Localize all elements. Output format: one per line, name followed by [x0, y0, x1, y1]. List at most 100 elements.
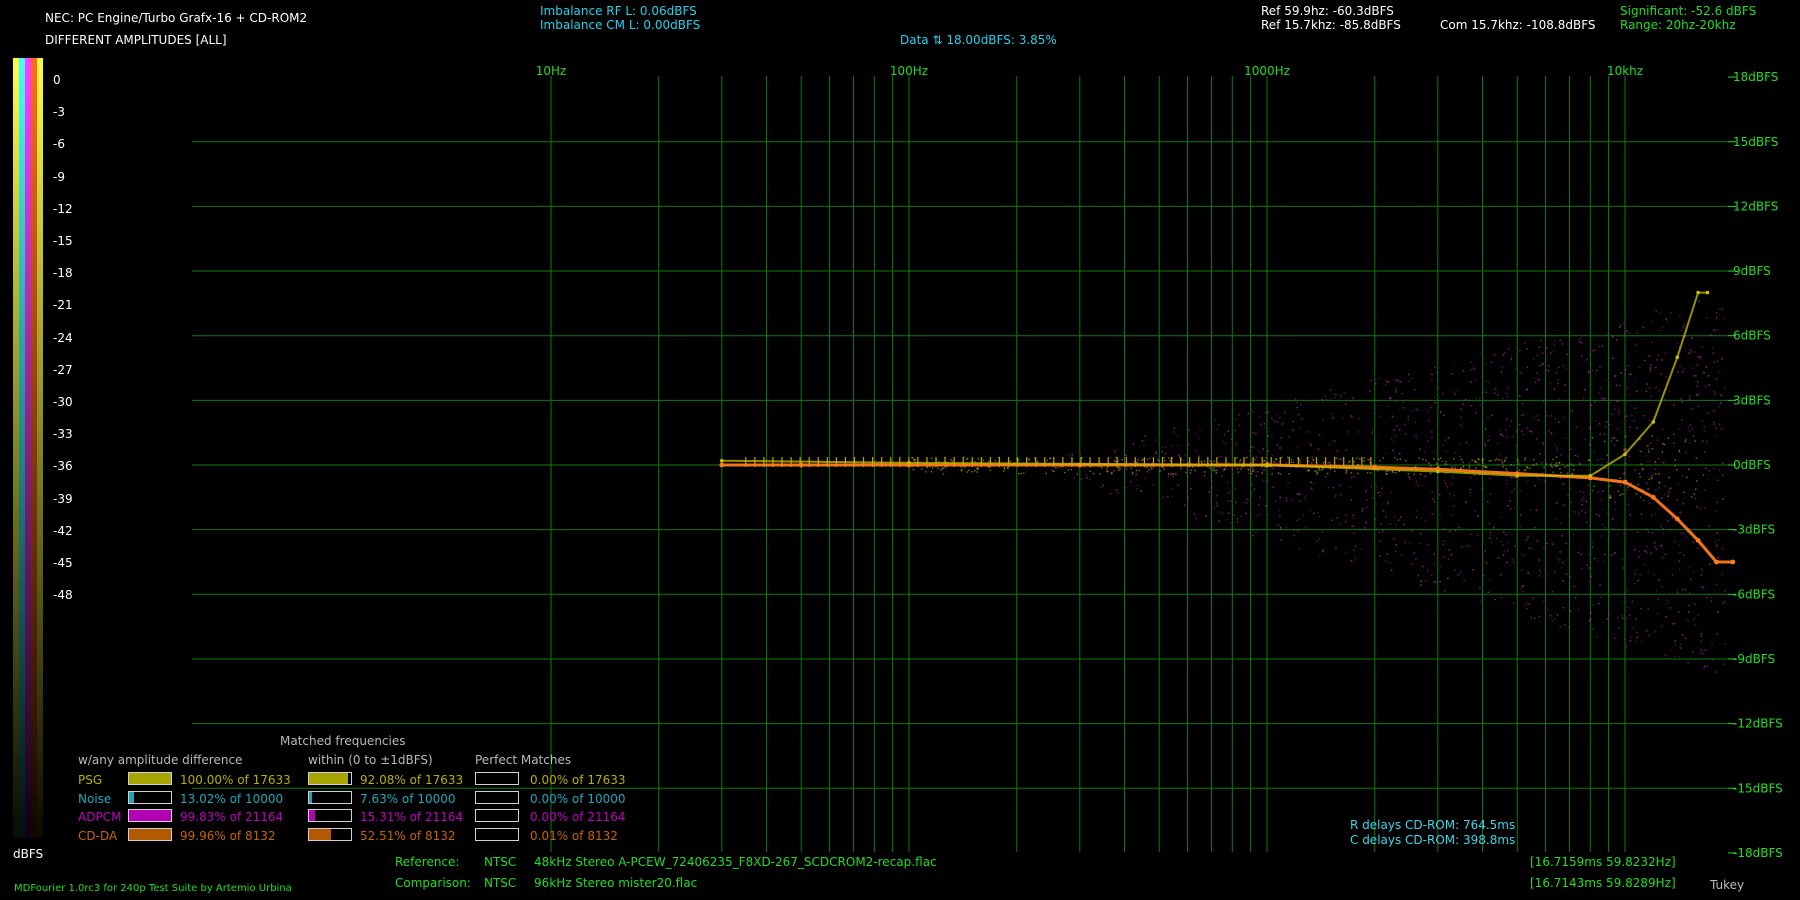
- psg-point: [1168, 457, 1170, 459]
- psg-point: [1399, 458, 1402, 460]
- adpcm-point: [1591, 628, 1594, 631]
- psg-point: [1627, 486, 1629, 488]
- psg-point: [1623, 449, 1626, 451]
- adpcm-point: [1327, 461, 1329, 464]
- adpcm-point: [1361, 510, 1364, 513]
- adpcm-point: [1298, 519, 1300, 521]
- adpcm-point: [1597, 459, 1599, 461]
- adpcm-point: [1358, 417, 1361, 420]
- adpcm-point: [1334, 393, 1336, 396]
- adpcm-point: [1318, 537, 1320, 540]
- legend-value: 99.96% of 8132: [180, 828, 276, 843]
- adpcm-point: [1542, 400, 1545, 403]
- adpcm-point: [1152, 484, 1154, 486]
- adpcm-point: [1681, 401, 1684, 403]
- adpcm-point: [1173, 427, 1176, 429]
- adpcm-point: [1690, 352, 1693, 354]
- psg-point: [1316, 473, 1319, 475]
- comparison-file: 96kHz Stereo mister20.flac: [534, 876, 698, 890]
- adpcm-point: [1352, 532, 1355, 534]
- adpcm-point: [1536, 415, 1539, 417]
- adpcm-point: [1500, 573, 1502, 576]
- psg-point: [1462, 466, 1465, 468]
- psg-point: [1213, 469, 1216, 472]
- adpcm-point: [1654, 630, 1657, 633]
- adpcm-point: [1713, 390, 1715, 393]
- psg-point: [1067, 469, 1070, 471]
- adpcm-point: [1721, 308, 1723, 310]
- adpcm-point: [1584, 511, 1587, 514]
- adpcm-point: [1294, 398, 1297, 400]
- adpcm-point: [1542, 363, 1545, 365]
- adpcm-point: [1673, 433, 1675, 436]
- adpcm-point: [1387, 405, 1389, 408]
- adpcm-point: [1379, 540, 1381, 543]
- adpcm-point: [1417, 574, 1419, 577]
- psg-point: [1490, 459, 1492, 462]
- legend-value: 52.51% of 8132: [360, 828, 456, 843]
- adpcm-point: [1371, 432, 1373, 434]
- adpcm-point: [1500, 540, 1503, 543]
- legend-bar: [475, 809, 519, 822]
- legend-bar-fill: [309, 773, 348, 784]
- adpcm-point: [1113, 469, 1115, 472]
- adpcm-point: [1441, 460, 1444, 462]
- adpcm-point: [1473, 474, 1475, 477]
- psg-point: [977, 468, 980, 470]
- adpcm-point: [1681, 419, 1683, 421]
- adpcm-point: [1657, 439, 1659, 442]
- adpcm-point: [1496, 463, 1499, 466]
- adpcm-point: [1574, 454, 1577, 457]
- adpcm-point: [1572, 533, 1575, 535]
- psg-point: [1667, 495, 1669, 497]
- adpcm-point: [1439, 513, 1441, 516]
- adpcm-point: [1393, 538, 1395, 540]
- adpcm-point: [1682, 326, 1685, 328]
- adpcm-point: [1567, 626, 1570, 629]
- adpcm-point: [1710, 333, 1713, 336]
- adpcm-point: [1224, 467, 1226, 470]
- adpcm-point: [1602, 508, 1604, 511]
- adpcm-point: [1580, 567, 1583, 570]
- adpcm-point: [1164, 452, 1166, 455]
- adpcm-point: [1620, 492, 1622, 495]
- adpcm-point: [1623, 416, 1626, 418]
- adpcm-point: [1679, 551, 1682, 554]
- adpcm-point: [1419, 532, 1422, 535]
- psg-point: [1462, 461, 1464, 464]
- psg-point: [1549, 463, 1552, 465]
- adpcm-point: [1631, 414, 1633, 417]
- psg-point: [1471, 459, 1473, 461]
- adpcm-point: [1721, 358, 1723, 360]
- adpcm-point: [1717, 538, 1720, 541]
- adpcm-point: [1188, 429, 1190, 431]
- adpcm-point: [1442, 393, 1444, 395]
- adpcm-point: [1344, 403, 1347, 405]
- adpcm-point: [1135, 473, 1138, 476]
- psg-point: [1163, 460, 1166, 462]
- adpcm-point: [1370, 485, 1373, 488]
- adpcm-point: [1195, 517, 1197, 520]
- psg-point: [1264, 460, 1266, 462]
- adpcm-point: [1611, 336, 1614, 338]
- adpcm-point: [1569, 610, 1572, 612]
- psg-point: [1413, 473, 1415, 475]
- adpcm-point: [1628, 394, 1631, 397]
- psg-point: [1271, 473, 1273, 475]
- adpcm-point: [1577, 551, 1579, 554]
- psg-point: [1624, 435, 1627, 438]
- adpcm-point: [1591, 546, 1594, 549]
- adpcm-point: [1395, 544, 1397, 546]
- adpcm-point: [1071, 454, 1074, 456]
- psg-point: [1157, 458, 1159, 461]
- adpcm-point: [1379, 522, 1382, 525]
- adpcm-point: [1662, 462, 1665, 464]
- adpcm-point: [1439, 565, 1442, 568]
- adpcm-point: [1343, 392, 1346, 394]
- adpcm-point: [1505, 418, 1508, 421]
- adpcm-point: [1618, 627, 1620, 630]
- adpcm-point: [1295, 519, 1298, 522]
- psg-point: [1281, 456, 1283, 459]
- psg-point: [1322, 462, 1325, 464]
- adpcm-point: [1694, 497, 1697, 500]
